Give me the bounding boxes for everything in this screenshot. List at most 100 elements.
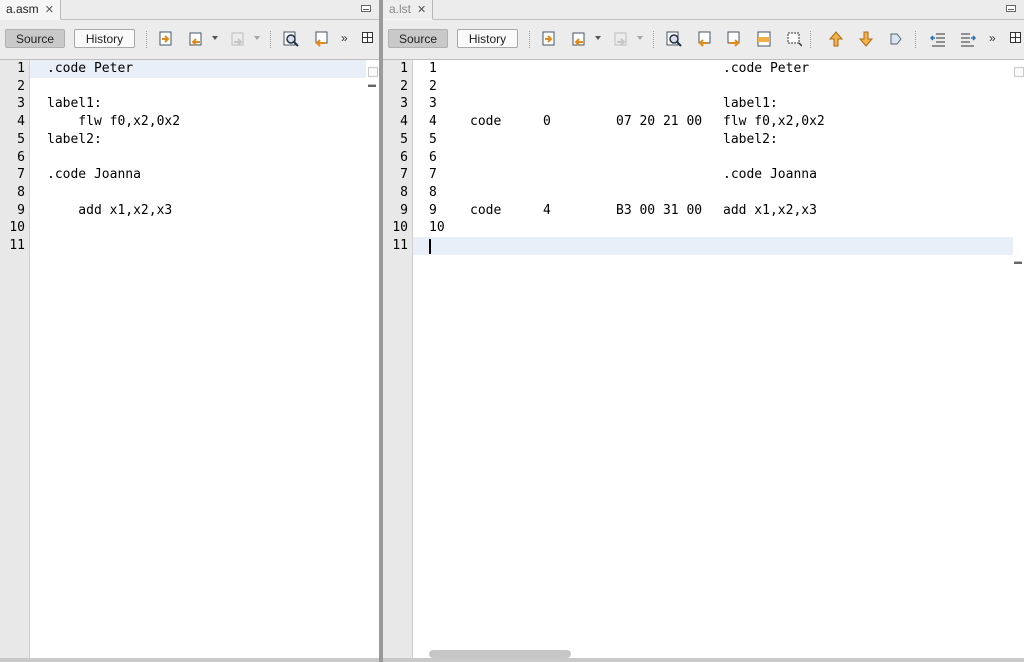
caret-position-marker-icon: ▬: [1014, 257, 1022, 266]
right-editor-pane: a.lst ✕ Source History » 1 2 3 4 5 6 7 8…: [383, 0, 1024, 662]
line-number: 8: [400, 184, 408, 200]
back-icon[interactable]: [571, 30, 587, 48]
forward-icon: [230, 30, 246, 48]
listing-row[interactable]: 3 label1:: [429, 95, 1009, 113]
listing-row[interactable]: 4 code 0 07 20 21 00 flw f0,x2,0x2: [429, 113, 1009, 131]
more-icon[interactable]: »: [341, 31, 348, 45]
source-button[interactable]: Source: [388, 29, 448, 48]
line-number-gutter: 1 2 3 4 5 6 7 8 9 10 11: [0, 60, 30, 662]
forward-icon: [613, 30, 629, 48]
listing-segment: code: [470, 202, 502, 218]
line-number: 4: [17, 114, 25, 130]
find-icon[interactable]: [666, 30, 682, 48]
code-line[interactable]: .code Joanna: [47, 166, 141, 184]
code-line[interactable]: label1:: [47, 95, 102, 113]
next-occurrence-icon[interactable]: [726, 30, 742, 48]
previous-bookmark-icon[interactable]: [828, 30, 844, 48]
listing-source: label1:: [723, 96, 778, 112]
listing-row[interactable]: 7 .code Joanna: [429, 166, 1009, 184]
back-dropdown-icon[interactable]: [212, 36, 218, 40]
toolbar-separator: [810, 31, 812, 48]
more-icon[interactable]: »: [989, 31, 996, 45]
error-stripe-icon[interactable]: [368, 67, 378, 77]
tab-title: a.lst: [389, 2, 412, 16]
rectangular-selection-icon[interactable]: [786, 30, 802, 48]
previous-occurrence-icon[interactable]: [696, 30, 712, 48]
line-number: 1: [17, 61, 25, 76]
left-code-editor[interactable]: 1 2 3 4 5 6 7 8 9 10 11 .code Peter labe…: [0, 60, 379, 662]
listing-line-number: 3: [429, 96, 437, 112]
listing-source: add x1,x2,x3: [723, 202, 817, 218]
history-button[interactable]: History: [457, 29, 518, 48]
toolbar-separator: [653, 31, 655, 48]
tab-a-lst[interactable]: a.lst ✕: [383, 0, 434, 20]
scrollbar-thumb[interactable]: [429, 650, 571, 658]
listing-segment: code: [470, 114, 502, 130]
forward-dropdown-icon: [254, 36, 260, 40]
shift-right-icon[interactable]: [960, 30, 976, 48]
listing-offset: 0: [543, 114, 551, 130]
line-number: 5: [400, 131, 408, 147]
line-number: 3: [400, 96, 408, 112]
line-number: 7: [400, 167, 408, 183]
line-number: 6: [400, 149, 408, 165]
minimize-window-icon[interactable]: [1006, 5, 1016, 12]
listing-bytes: B3 00 31 00: [616, 202, 703, 218]
left-tab-row: a.asm ✕: [0, 0, 379, 20]
toolbar-separator: [529, 31, 531, 48]
forward-dropdown-icon: [637, 36, 643, 40]
listing-line-number: 2: [429, 78, 437, 94]
close-tab-icon[interactable]: ✕: [417, 4, 426, 16]
back-dropdown-icon[interactable]: [595, 36, 601, 40]
listing-row[interactable]: 10: [429, 219, 1009, 237]
find-icon[interactable]: [283, 30, 299, 48]
line-number: 7: [17, 167, 25, 183]
last-edit-icon[interactable]: [541, 30, 557, 48]
listing-line-number: 5: [429, 131, 437, 147]
line-number: 1: [400, 61, 408, 76]
previous-occurrence-icon[interactable]: [313, 30, 329, 48]
close-tab-icon[interactable]: ✕: [45, 4, 54, 16]
listing-row[interactable]: 6: [429, 149, 1009, 167]
error-stripe-icon[interactable]: [1014, 67, 1024, 77]
code-line[interactable]: add x1,x2,x3: [47, 202, 172, 220]
listing-row[interactable]: 5 label2:: [429, 131, 1009, 149]
line-number-gutter: 1 2 3 4 5 6 7 8 9 10 11: [383, 60, 413, 662]
listing-row[interactable]: 1 .code Peter: [429, 60, 1009, 78]
listing-source: label2:: [723, 131, 778, 147]
listing-source: .code Joanna: [723, 167, 817, 183]
line-number: 8: [17, 184, 25, 200]
right-code-editor[interactable]: 1 2 3 4 5 6 7 8 9 10 11 1 .code Peter 2: [383, 60, 1024, 662]
tab-title: a.asm: [6, 2, 39, 16]
next-bookmark-icon[interactable]: [858, 30, 874, 48]
toggle-bookmark-icon[interactable]: [888, 30, 904, 48]
tab-a-asm[interactable]: a.asm ✕: [0, 0, 61, 20]
line-number: 11: [9, 238, 25, 253]
code-line[interactable]: flw f0,x2,0x2: [47, 113, 180, 131]
split-icon[interactable]: [362, 32, 373, 43]
minimize-window-icon[interactable]: [361, 5, 371, 12]
history-button[interactable]: History: [74, 29, 135, 48]
back-icon[interactable]: [188, 30, 204, 48]
line-number: 10: [392, 220, 408, 236]
line-number: 2: [400, 78, 408, 94]
code-line[interactable]: label2:: [47, 131, 102, 149]
listing-row[interactable]: 8: [429, 184, 1009, 202]
split-icon[interactable]: [1010, 32, 1021, 43]
line-number: 9: [17, 202, 25, 218]
left-editor-toolbar: Source History »: [0, 20, 379, 60]
listing-row[interactable]: 2: [429, 78, 1009, 96]
source-button[interactable]: Source: [5, 29, 65, 48]
listing-row[interactable]: [429, 237, 1009, 255]
last-edit-icon[interactable]: [158, 30, 174, 48]
selected-occurrence-icon[interactable]: [756, 30, 772, 48]
left-editor-pane: a.asm ✕ Source History » 1 2 3 4 5 6 7 8…: [0, 0, 379, 662]
listing-line-number: 7: [429, 167, 437, 183]
listing-source: flw f0,x2,0x2: [723, 114, 825, 130]
listing-row[interactable]: 9 code 4 B3 00 31 00 add x1,x2,x3: [429, 202, 1009, 220]
shift-left-icon[interactable]: [930, 30, 946, 48]
code-line[interactable]: .code Peter: [47, 60, 133, 78]
line-number: 11: [392, 238, 408, 253]
listing-line-number: 8: [429, 184, 437, 200]
line-number: 6: [17, 149, 25, 165]
